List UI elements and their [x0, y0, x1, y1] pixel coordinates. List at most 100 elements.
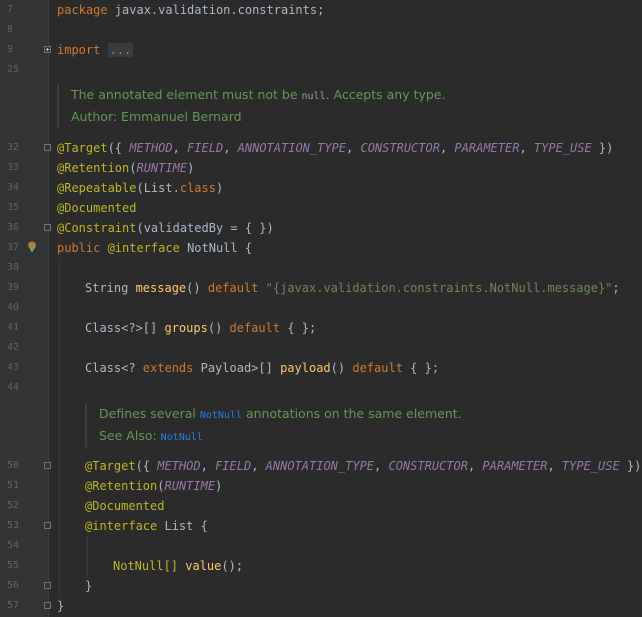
line-number: 51 — [7, 480, 20, 491]
fold-expand-icon[interactable] — [44, 46, 51, 53]
punct: ) — [215, 479, 223, 493]
indent-guide — [87, 536, 88, 576]
fold-collapse-icon[interactable] — [44, 462, 51, 469]
fold-collapse-icon[interactable] — [44, 582, 51, 589]
code-line-close-brace[interactable]: } — [57, 596, 64, 616]
constant: FIELD — [187, 141, 224, 155]
keyword: default — [207, 281, 266, 295]
keyword: import — [57, 43, 101, 57]
constant: PARAMETER — [454, 141, 520, 155]
code-line-list-decl[interactable]: @interface List { — [85, 516, 208, 536]
line-number: 40 — [7, 302, 20, 313]
fold-collapse-icon[interactable] — [44, 522, 51, 529]
line-number: 32 — [7, 142, 20, 153]
method-name: value — [185, 559, 222, 573]
keyword: default — [229, 321, 288, 335]
type: String — [85, 281, 136, 295]
fold-collapse-icon[interactable] — [44, 224, 51, 231]
code-line-package[interactable]: package javax.validation.constraints; — [57, 0, 324, 20]
punct: ) — [187, 161, 195, 175]
punct: , — [251, 459, 266, 473]
code-line-groups[interactable]: Class<?>[] groups() default { }; — [85, 318, 316, 338]
code-line-message[interactable]: String message() default "{javax.validat… — [85, 278, 620, 298]
string-literal: "{javax.validation.constraints.NotNull.m… — [265, 281, 613, 295]
fold-collapse-icon[interactable] — [44, 602, 51, 609]
code-editor[interactable]: 7 8 9 25 32 33 34 35 36 37 38 39 40 41 4… — [0, 0, 642, 617]
type: Payload>[] — [200, 361, 281, 375]
indent-guide — [59, 258, 60, 596]
punct: (); — [221, 559, 244, 573]
code-line-interface-decl[interactable]: public @interface NotNull { — [57, 238, 252, 258]
package-name: javax.validation.constraints; — [107, 3, 325, 17]
punct: ({ — [135, 459, 158, 473]
line-number: 54 — [7, 540, 20, 551]
line-number: 9 — [7, 44, 14, 55]
fold-collapse-icon[interactable] — [44, 144, 51, 151]
punct: { — [237, 241, 253, 255]
code-line-repeatable[interactable]: @Repeatable(List.class) — [57, 178, 223, 198]
doc-text: . Accepts any type. — [325, 87, 446, 102]
line-number-gutter[interactable]: 7 8 9 25 32 33 34 35 36 37 38 39 40 41 4… — [0, 0, 48, 617]
constant: TYPE_USE — [561, 459, 620, 473]
line-number: 44 — [7, 382, 20, 393]
line-number: 55 — [7, 560, 20, 571]
doc-text: annotations on the same element. — [241, 406, 462, 421]
punct: (List. — [136, 181, 180, 195]
keyword: public — [57, 241, 108, 255]
doc-link[interactable]: NotNull — [161, 432, 203, 443]
annotation: @interface — [85, 519, 165, 533]
punct: { }; — [410, 361, 440, 375]
keyword: class — [179, 181, 216, 195]
constant: CONSTRUCTOR — [388, 459, 468, 473]
line-number: 33 — [7, 162, 20, 173]
punct: , — [374, 459, 389, 473]
code-line-documented[interactable]: @Documented — [85, 496, 164, 516]
annotation: @Retention — [85, 479, 158, 493]
line-number: 34 — [7, 182, 20, 193]
punct: , — [439, 141, 455, 155]
punct: , — [200, 459, 216, 473]
line-number: 57 — [7, 600, 20, 611]
line-number: 52 — [7, 500, 20, 511]
keyword: package — [57, 3, 108, 17]
constant: PARAMETER — [482, 459, 548, 473]
code-line-target[interactable]: @Target({ METHOD, FIELD, ANNOTATION_TYPE… — [57, 138, 613, 158]
doc-code: null — [301, 91, 326, 102]
code-line-retention[interactable]: @Retention(RUNTIME) — [57, 158, 194, 178]
constant: RUNTIME — [164, 479, 216, 493]
punct: () — [330, 361, 353, 375]
punct: , — [467, 459, 483, 473]
line-number: 50 — [7, 460, 20, 471]
code-line-retention[interactable]: @Retention(RUNTIME) — [85, 476, 222, 496]
method-name: payload — [280, 361, 331, 375]
punct: }) — [619, 459, 642, 473]
doc-link[interactable]: NotNull — [200, 410, 242, 421]
constant: METHOD — [157, 459, 201, 473]
punct: { }; — [287, 321, 317, 335]
rendered-javadoc: Defines several NotNull annotations on t… — [85, 403, 462, 447]
constant: METHOD — [129, 141, 173, 155]
annotation: @Constraint — [57, 221, 137, 235]
keyword: extends — [142, 361, 201, 375]
punct: { — [193, 519, 208, 533]
annotation: @Repeatable — [57, 181, 137, 195]
spring-bean-icon[interactable] — [26, 240, 38, 252]
line-number: 36 — [7, 222, 20, 233]
punct: }) — [591, 141, 614, 155]
constant: RUNTIME — [136, 161, 188, 175]
annotation: @Documented — [57, 201, 137, 215]
doc-text: The annotated element must not be — [71, 87, 302, 102]
keyword: default — [352, 361, 411, 375]
punct: ) — [215, 181, 224, 195]
code-line-value[interactable]: NotNull[] value(); — [113, 556, 243, 576]
line-number: 35 — [7, 202, 20, 213]
code-line-close-brace[interactable]: } — [85, 576, 92, 596]
code-line-constraint[interactable]: @Constraint(validatedBy = { }) — [57, 218, 274, 238]
code-line-target[interactable]: @Target({ METHOD, FIELD, ANNOTATION_TYPE… — [85, 456, 641, 476]
interface-name: List — [164, 519, 194, 533]
folded-imports[interactable]: ... — [107, 43, 134, 57]
code-line-import[interactable]: import ... — [57, 40, 134, 60]
line-number: 38 — [7, 262, 20, 273]
code-line-payload[interactable]: Class<? extends Payload>[] payload() def… — [85, 358, 439, 378]
code-line-documented[interactable]: @Documented — [57, 198, 136, 218]
